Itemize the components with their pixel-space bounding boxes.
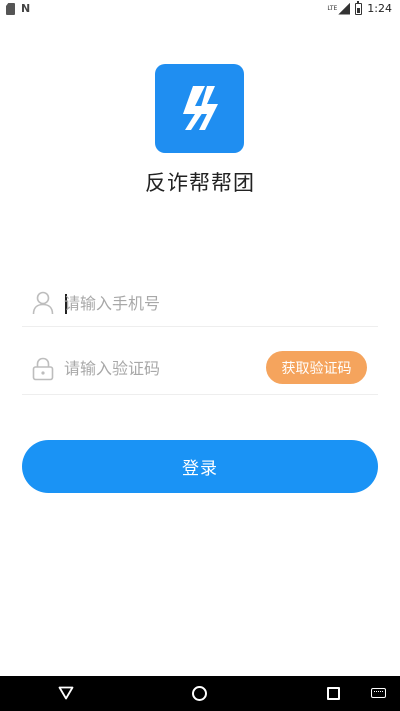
- login-button[interactable]: 登录: [22, 440, 378, 493]
- keyboard-icon[interactable]: [371, 688, 386, 698]
- battery-icon: [355, 0, 363, 15]
- system-nav-bar: [0, 676, 400, 711]
- lock-icon: [32, 357, 54, 381]
- lightning-logo-icon: [155, 64, 244, 153]
- n-notification-icon: N: [21, 2, 31, 15]
- back-icon[interactable]: [58, 686, 74, 700]
- status-left-icons: N: [6, 3, 30, 15]
- sd-card-icon: [6, 3, 15, 15]
- code-input[interactable]: [64, 343, 264, 394]
- home-icon[interactable]: [192, 686, 207, 701]
- phone-input[interactable]: [64, 280, 264, 326]
- network-type-label: LTE: [327, 5, 338, 12]
- app-name: 反诈帮帮团: [145, 171, 255, 195]
- user-icon: [32, 291, 54, 315]
- recents-icon[interactable]: [327, 687, 340, 700]
- get-code-button[interactable]: 获取验证码: [266, 351, 367, 384]
- code-field[interactable]: 获取验证码: [22, 343, 378, 395]
- signal-icon: [338, 2, 351, 15]
- status-right-icons: LTE 1:24: [327, 0, 392, 15]
- status-bar: N LTE 1:24: [0, 0, 400, 18]
- phone-field[interactable]: [22, 280, 378, 327]
- status-time: 1:24: [367, 2, 392, 15]
